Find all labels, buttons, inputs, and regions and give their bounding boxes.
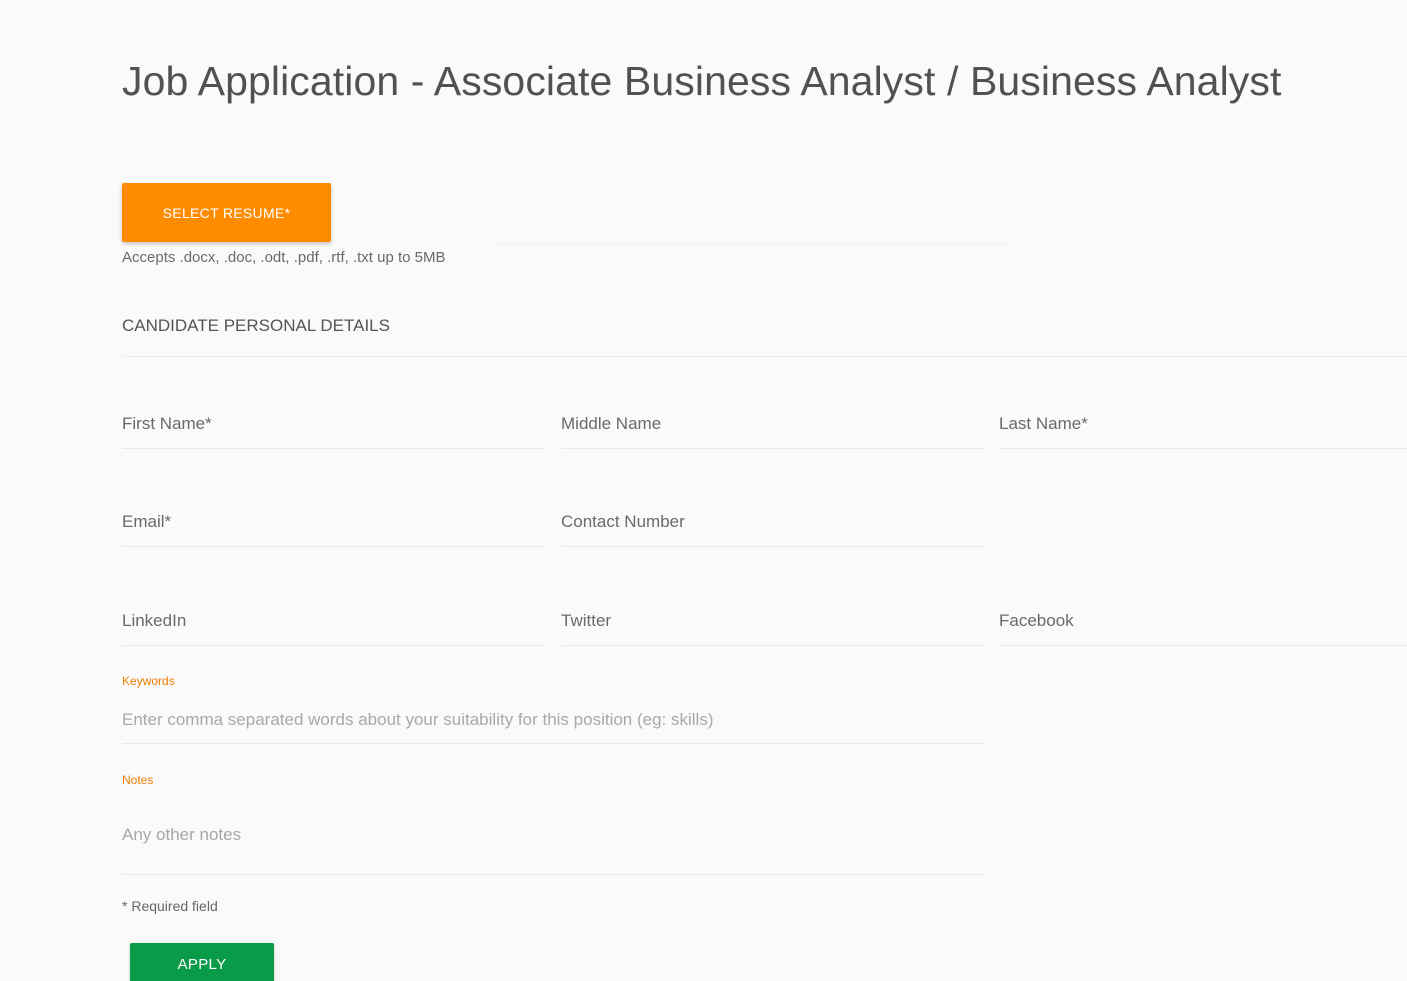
notes-label: Notes bbox=[122, 773, 154, 787]
select-resume-button[interactable]: SELECT RESUME* bbox=[122, 183, 331, 242]
email-field[interactable] bbox=[122, 498, 545, 547]
keywords-field[interactable] bbox=[122, 696, 984, 744]
section-divider bbox=[122, 356, 1407, 357]
last-name-field[interactable] bbox=[999, 400, 1407, 449]
resume-accepted-formats: Accepts .docx, .doc, .odt, .pdf, .rtf, .… bbox=[122, 249, 446, 266]
middle-name-field[interactable] bbox=[561, 400, 984, 449]
first-name-field[interactable] bbox=[122, 400, 545, 449]
page-title: Job Application - Associate Business Ana… bbox=[122, 58, 1282, 104]
section-title: CANDIDATE PERSONAL DETAILS bbox=[122, 316, 390, 335]
facebook-field[interactable] bbox=[999, 597, 1407, 646]
notes-field[interactable] bbox=[122, 796, 984, 875]
apply-button[interactable]: APPLY bbox=[130, 943, 274, 981]
contact-number-field[interactable] bbox=[561, 498, 984, 547]
linkedin-field[interactable] bbox=[122, 597, 545, 646]
keywords-label: Keywords bbox=[122, 674, 175, 688]
resume-filename-divider bbox=[496, 243, 1006, 244]
job-application-page: Job Application - Associate Business Ana… bbox=[0, 0, 1407, 981]
required-field-note: * Required field bbox=[122, 898, 218, 914]
twitter-field[interactable] bbox=[561, 597, 984, 646]
